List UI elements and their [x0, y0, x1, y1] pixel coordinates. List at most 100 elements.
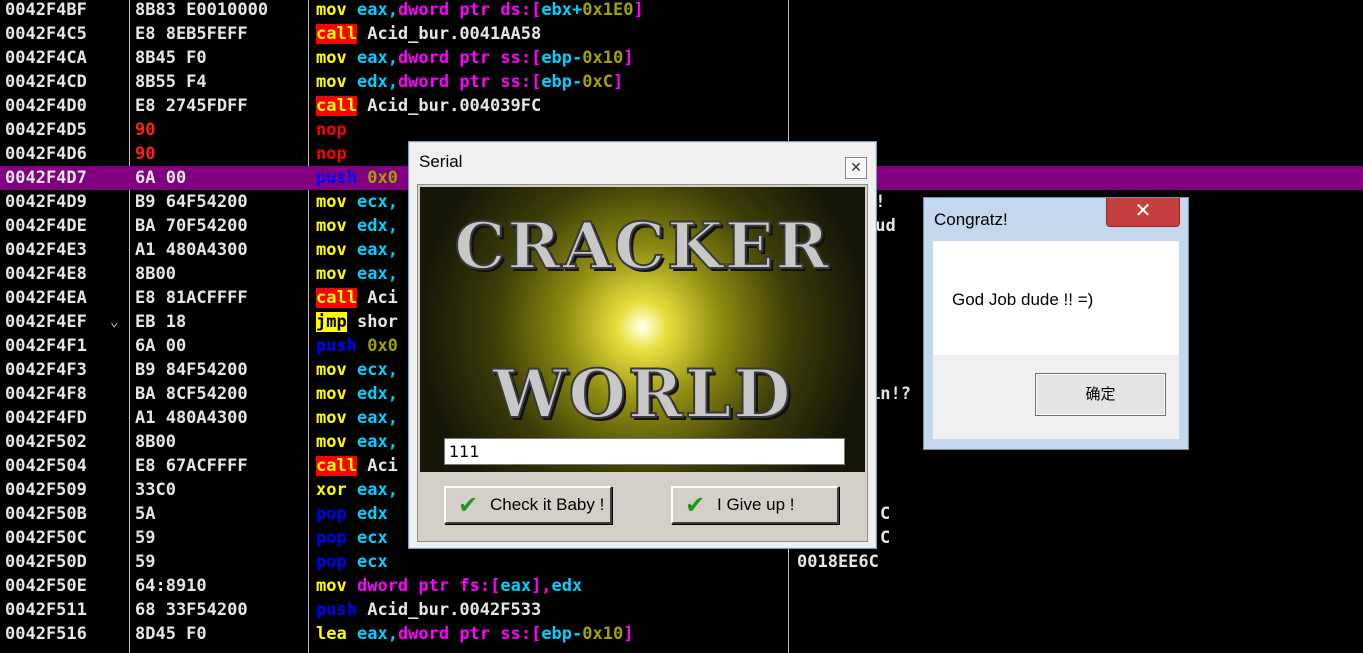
row-mnemonic: jmp	[316, 312, 347, 332]
row-address: 0042F4C5	[5, 24, 87, 44]
congratz-body: God Job dude !! =)	[933, 241, 1179, 355]
congratz-footer: 确定	[933, 355, 1179, 439]
row-instruction: mov dword ptr fs:[eax],edx	[316, 574, 582, 598]
disasm-row[interactable]: 0042F4BF 8B83 E0010000 mov eax,dword ptr d…	[0, 0, 1363, 22]
row-hex: 6A 00	[135, 168, 187, 188]
row-instruction: push Acid_bur.0042F533	[316, 598, 541, 622]
row-mnemonic: mov	[316, 216, 347, 236]
row-instruction: mov eax,dword ptr ss:[ebp-0x10]	[316, 46, 633, 70]
disasm-row[interactable]: 0042F4C5 E8 8EB5FEFF call Acid_bur.0041AA5…	[0, 22, 1363, 46]
row-instruction: pop ecx	[316, 550, 388, 574]
row-instruction: push 0x0	[316, 166, 398, 190]
row-hex: 90	[135, 120, 156, 140]
row-mnemonic: mov	[316, 360, 347, 380]
ok-button[interactable]: 确定	[1035, 373, 1166, 416]
serial-title: Serial	[419, 152, 463, 171]
row-operands: ecx	[356, 528, 388, 548]
row-instruction: call Aci	[316, 454, 398, 478]
row-mnemonic: mov	[316, 264, 347, 284]
row-instruction: nop	[316, 142, 347, 166]
row-mnemonic: push	[316, 600, 357, 620]
row-operands: eax,	[356, 264, 398, 284]
row-address: 0042F4D7	[5, 168, 87, 188]
checkmark-icon: ✔	[685, 492, 706, 519]
row-hex: 90	[135, 144, 156, 164]
row-instruction: xor eax,	[316, 478, 398, 502]
disasm-row[interactable]: 0042F4D5 90 nop	[0, 118, 1363, 142]
banner-line1: CRACKER	[453, 208, 831, 285]
row-hex: E8 2745FDFF	[135, 96, 248, 116]
congratz-message: God Job dude !! =)	[952, 290, 1094, 309]
row-hex: E8 67ACFFFF	[135, 456, 248, 476]
checkmark-icon: ✔	[458, 492, 479, 519]
disasm-row[interactable]: 0042F50D 59 pop ecx 0018EE6C	[0, 550, 1363, 574]
row-operands: Acid_bur.0042F533	[367, 600, 542, 620]
row-mnemonic: call	[316, 96, 357, 116]
row-hex: 5A	[135, 504, 156, 524]
disasm-row[interactable]: 0042F4CA 8B45 F0 mov eax,dword ptr ss:[ebp…	[0, 46, 1363, 70]
row-address: 0042F516	[5, 624, 87, 644]
row-mnemonic: xor	[316, 480, 347, 500]
row-address: 0042F509	[5, 480, 87, 500]
row-mnemonic: mov	[316, 432, 347, 452]
row-operands: Aci	[367, 456, 398, 476]
giveup-button-label: I Give up !	[717, 495, 795, 514]
row-instruction: nop	[316, 118, 347, 142]
row-hex: A1 480A4300	[135, 240, 248, 260]
row-operands: Acid_bur.0041AA58	[367, 24, 542, 44]
row-address: 0042F50C	[5, 528, 87, 548]
close-icon: ✕	[850, 159, 862, 175]
row-mnemonic: mov	[316, 72, 347, 92]
row-address: 0042F502	[5, 432, 87, 452]
row-hex: 59	[135, 552, 156, 572]
row-address: 0042F4EA	[5, 288, 87, 308]
row-mnemonic: call	[316, 456, 357, 476]
row-instruction: mov eax,dword ptr ds:[ebx+0x1E0]	[316, 0, 644, 22]
jump-arrow-icon: ⌄	[110, 314, 119, 330]
row-hex: E8 8EB5FEFF	[135, 24, 248, 44]
row-hex: 8B55 F4	[135, 72, 207, 92]
row-operands: Aci	[367, 288, 398, 308]
row-instruction: mov ecx,	[316, 358, 398, 382]
row-mnemonic: mov	[316, 192, 347, 212]
row-address: 0042F4F1	[5, 336, 87, 356]
row-address: 0042F4D6	[5, 144, 87, 164]
row-address: 0042F4EF	[5, 312, 87, 332]
row-operands: edx,	[356, 384, 398, 404]
row-instruction: pop edx	[316, 502, 388, 526]
row-operands: Acid_bur.004039FC	[367, 96, 542, 116]
row-instruction: call Aci	[316, 286, 398, 310]
row-mnemonic: mov	[316, 576, 347, 596]
disasm-row[interactable]: 0042F4CD 8B55 F4 mov edx,dword ptr ss:[ebp…	[0, 70, 1363, 94]
disasm-row[interactable]: 0042F516 8D45 F0 lea eax,dword ptr ss:[ebp…	[0, 622, 1363, 646]
row-mnemonic: push	[316, 336, 357, 356]
row-operands: eax,dword ptr ds:[ebx+0x1E0]	[356, 0, 644, 20]
row-hex: 8B45 F0	[135, 48, 207, 68]
disasm-row[interactable]: 0042F511 68 33F54200 push Acid_bur.0042F53…	[0, 598, 1363, 622]
row-address: 0042F4D0	[5, 96, 87, 116]
row-address: 0042F4D5	[5, 120, 87, 140]
row-instruction: call Acid_bur.004039FC	[316, 94, 541, 118]
row-instruction: mov eax,	[316, 262, 398, 286]
row-instruction: mov ecx,	[316, 190, 398, 214]
row-instruction: call Acid_bur.0041AA58	[316, 22, 541, 46]
serial-input[interactable]	[444, 438, 845, 465]
row-mnemonic: pop	[316, 528, 347, 548]
row-comment: 0018EE6C	[797, 552, 879, 572]
row-operands: dword ptr fs:[eax],edx	[356, 576, 583, 596]
row-mnemonic: pop	[316, 504, 347, 524]
row-mnemonic: mov	[316, 384, 347, 404]
row-hex: 8B83 E0010000	[135, 0, 269, 20]
check-it-baby-button[interactable]: ✔ Check it Baby !	[444, 486, 612, 524]
row-instruction: push 0x0	[316, 334, 398, 358]
give-up-button[interactable]: ✔ I Give up !	[671, 486, 839, 524]
disasm-row[interactable]: 0042F50E 64:8910 mov dword ptr fs:[eax],ed…	[0, 574, 1363, 598]
row-address: 0042F504	[5, 456, 87, 476]
row-hex: 8D45 F0	[135, 624, 207, 644]
row-operands: 0x0	[367, 336, 398, 356]
serial-close-button[interactable]: ✕	[845, 157, 867, 179]
row-address: 0042F4F8	[5, 384, 87, 404]
disasm-row[interactable]: 0042F4D0 E8 2745FDFF call Acid_bur.004039F…	[0, 94, 1363, 118]
congratz-close-button[interactable]: ✕	[1106, 198, 1180, 227]
row-address: 0042F4DE	[5, 216, 87, 236]
